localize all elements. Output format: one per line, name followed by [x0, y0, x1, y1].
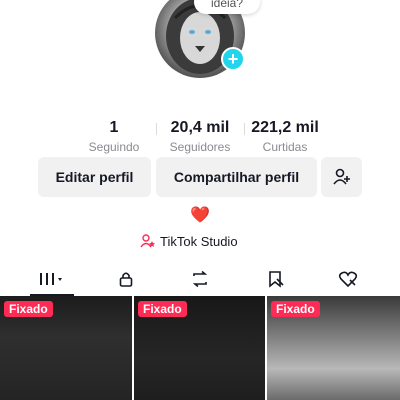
tab-private[interactable]	[106, 262, 146, 296]
video-thumbnail[interactable]: Fixado	[134, 296, 265, 400]
studio-icon	[140, 234, 155, 248]
pinned-badge: Fixado	[4, 301, 53, 317]
bio-heart: ❤️	[190, 207, 210, 224]
add-friend-icon	[332, 168, 350, 185]
lock-icon	[119, 272, 133, 287]
profile-tabs	[0, 262, 400, 296]
tab-videos[interactable]	[32, 262, 72, 296]
stat-followers-value: 20,4 mil	[170, 119, 230, 136]
add-friend-button[interactable]	[321, 157, 362, 197]
repost-icon	[192, 270, 208, 288]
note-bubble-text: ideia?	[210, 0, 244, 10]
grid-icon	[40, 273, 62, 285]
note-bubble[interactable]: ideia?	[194, 0, 260, 14]
stat-following[interactable]: 1 Seguindo	[80, 118, 148, 155]
stat-followers[interactable]: 20,4 mil Seguidores	[160, 118, 240, 155]
share-profile-label: Compartilhar perfil	[173, 169, 300, 185]
stat-likes-value: 221,2 mil	[251, 119, 319, 136]
stat-following-label: Seguindo	[88, 140, 140, 154]
tiktok-studio-label: TikTok Studio	[160, 233, 238, 249]
pinned-badge: Fixado	[271, 301, 320, 317]
stat-divider	[244, 123, 245, 135]
stat-likes-label: Curtidas	[262, 140, 308, 154]
video-thumbnail[interactable]: Fixado	[0, 296, 132, 400]
add-story-button[interactable]: +	[221, 47, 245, 71]
video-grid: Fixado Fixado Fixado	[0, 296, 400, 400]
profile-stats: 1 Seguindo 20,4 mil Seguidores 221,2 mil…	[0, 118, 400, 158]
edit-profile-label: Editar perfil	[55, 169, 134, 185]
stat-likes[interactable]: 221,2 mil Curtidas	[246, 118, 324, 155]
video-thumbnail[interactable]: Fixado	[267, 296, 400, 400]
plus-icon: +	[227, 49, 239, 69]
tab-saved[interactable]	[256, 262, 296, 296]
stat-following-value: 1	[109, 119, 119, 136]
bookmark-icon	[269, 271, 284, 288]
stat-divider	[156, 123, 157, 135]
edit-profile-button[interactable]: Editar perfil	[38, 157, 151, 197]
stat-followers-label: Seguidores	[169, 140, 231, 154]
tab-liked[interactable]	[328, 262, 368, 296]
share-profile-button[interactable]: Compartilhar perfil	[156, 157, 317, 197]
liked-icon	[338, 271, 358, 288]
pinned-badge: Fixado	[138, 301, 187, 317]
tab-reposts[interactable]	[180, 262, 220, 296]
tiktok-studio-link[interactable]: TikTok Studio	[140, 231, 238, 251]
